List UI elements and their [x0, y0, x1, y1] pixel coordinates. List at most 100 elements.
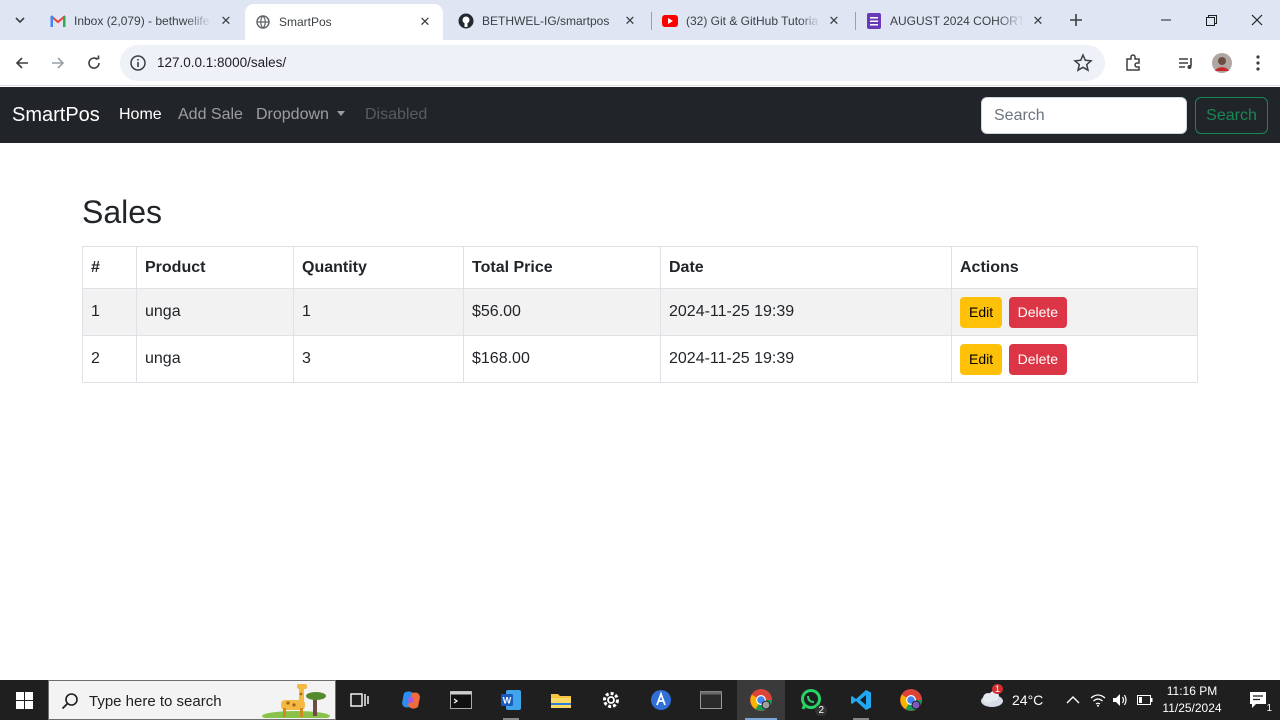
close-icon[interactable]: ✕: [218, 13, 234, 29]
nav-link-add-sale[interactable]: Add Sale: [178, 106, 243, 124]
clock-time: 11:16 PM: [1166, 684, 1218, 698]
github-icon: [458, 13, 474, 29]
cell-actions: Edit Delete: [951, 335, 1198, 383]
chrome-icon: [900, 689, 922, 711]
cell-actions: Edit Delete: [951, 288, 1198, 336]
gmail-icon: [50, 13, 66, 29]
sales-table: # Product Quantity Total Price Date Acti…: [82, 246, 1198, 383]
minimize-button[interactable]: [1143, 0, 1189, 40]
cell-date: 2024-11-25 19:39: [660, 335, 952, 383]
media-controls-button[interactable]: [1175, 52, 1197, 74]
close-icon: [1251, 14, 1263, 26]
word-icon: W: [501, 690, 521, 710]
settings-app[interactable]: [587, 680, 635, 720]
battery-status[interactable]: [1137, 680, 1153, 720]
close-window-button[interactable]: [1234, 0, 1280, 40]
chevron-up-icon: [1066, 696, 1080, 704]
kebab-menu-icon: [1256, 55, 1260, 71]
cell-id: 2: [82, 335, 137, 383]
search-button[interactable]: Search: [1195, 97, 1268, 134]
forms-icon: [866, 12, 882, 29]
delete-button[interactable]: Delete: [1008, 343, 1068, 375]
taskbar-search-box[interactable]: Type here to search: [48, 680, 336, 720]
navbar-brand[interactable]: SmartPos: [12, 104, 100, 127]
app-installer[interactable]: [637, 680, 685, 720]
tab-gmail[interactable]: Inbox (2,079) - bethwelife ✕: [40, 4, 244, 37]
caret-down-icon: [336, 111, 345, 116]
close-icon[interactable]: ✕: [417, 14, 433, 30]
notification-icon: [1250, 692, 1266, 708]
column-header-date: Date: [660, 246, 952, 289]
browser-tab-strip: Inbox (2,079) - bethwelife ✕ SmartPos ✕ …: [0, 0, 1280, 40]
extensions-button[interactable]: [1122, 52, 1144, 74]
tab-github[interactable]: BETHWEL-IG/smartpos ✕: [448, 4, 648, 37]
whatsapp-app[interactable]: 2: [787, 680, 835, 720]
arrow-left-icon: [15, 57, 28, 69]
wifi-icon: [1090, 694, 1106, 707]
bookmark-star-icon[interactable]: [1073, 53, 1093, 73]
tab-forms[interactable]: AUGUST 2024 COHORT ✕: [856, 4, 1056, 37]
profile-avatar[interactable]: [1211, 52, 1233, 74]
table-row: 1 unga 1 $56.00 2024-11-25 19:39 Edit De…: [82, 288, 1198, 336]
chrome-profile-app[interactable]: [887, 680, 935, 720]
column-header-actions: Actions: [951, 246, 1198, 289]
app-navbar: SmartPos Home Add Sale Dropdown Disabled…: [0, 87, 1280, 143]
reload-button[interactable]: [80, 49, 108, 77]
taskbar-search-placeholder: Type here to search: [89, 693, 222, 710]
terminal-app[interactable]: [437, 680, 485, 720]
windows-logo-icon: [15, 691, 33, 709]
close-icon[interactable]: ✕: [1030, 13, 1046, 29]
network-status[interactable]: [1090, 680, 1106, 720]
address-bar[interactable]: 127.0.0.1:8000/sales/: [120, 45, 1105, 81]
browser-menu-button[interactable]: [1247, 52, 1269, 74]
cloud-icon: 1: [978, 684, 1006, 710]
start-button[interactable]: [0, 680, 48, 720]
back-button[interactable]: [8, 49, 36, 77]
folder-icon: [551, 694, 571, 708]
reload-icon: [88, 55, 100, 69]
nav-dropdown[interactable]: Dropdown: [256, 106, 345, 124]
word-app[interactable]: W: [487, 680, 535, 720]
cell-id: 1: [82, 288, 137, 336]
close-icon[interactable]: ✕: [622, 13, 638, 29]
nav-link-home[interactable]: Home: [119, 106, 162, 124]
new-tab-button[interactable]: [1064, 8, 1088, 32]
copilot-app[interactable]: [387, 680, 435, 720]
column-header-total-price: Total Price: [463, 246, 661, 289]
clock-date: 11/25/2024: [1162, 701, 1222, 715]
notification-center-button[interactable]: 1: [1238, 680, 1278, 720]
globe-icon: [255, 14, 271, 30]
edit-button[interactable]: Edit: [960, 343, 1003, 375]
media-queue-icon: [1179, 58, 1192, 69]
window-app[interactable]: [687, 680, 735, 720]
volume-control[interactable]: [1112, 680, 1128, 720]
restore-button[interactable]: [1188, 0, 1234, 40]
chrome-app[interactable]: [737, 680, 785, 720]
task-view-button[interactable]: [336, 680, 384, 720]
search-input[interactable]: [981, 97, 1187, 134]
weather-widget[interactable]: 1 24°C: [978, 680, 1043, 720]
vscode-app[interactable]: [837, 680, 885, 720]
forward-button[interactable]: [44, 49, 72, 77]
column-header-quantity: Quantity: [293, 246, 464, 289]
close-icon[interactable]: ✕: [826, 13, 842, 29]
plus-icon: [1070, 14, 1082, 26]
tab-title: (32) Git & GitHub Tutoria: [686, 13, 819, 28]
copilot-icon: [402, 691, 420, 709]
app-store-icon: [651, 690, 671, 710]
terminal-icon: [450, 691, 472, 709]
system-clock[interactable]: 11:16 PM 11/25/2024: [1156, 683, 1228, 717]
file-explorer-app[interactable]: [537, 680, 585, 720]
tab-youtube[interactable]: (32) Git & GitHub Tutoria ✕: [652, 4, 852, 37]
arrow-right-icon: [52, 57, 65, 69]
tab-search-button[interactable]: [6, 8, 34, 32]
show-hidden-icons-button[interactable]: [1066, 680, 1080, 720]
nav-link-disabled: Disabled: [365, 106, 428, 123]
weather-alert-badge: 1: [992, 684, 1004, 694]
tab-smartpos[interactable]: SmartPos ✕: [245, 4, 443, 40]
edit-button[interactable]: Edit: [960, 296, 1003, 328]
page-content: SmartPos Home Add Sale Dropdown Disabled…: [0, 87, 1280, 680]
site-info-icon[interactable]: [129, 54, 147, 72]
puzzle-icon: [1126, 54, 1140, 71]
delete-button[interactable]: Delete: [1008, 296, 1068, 328]
